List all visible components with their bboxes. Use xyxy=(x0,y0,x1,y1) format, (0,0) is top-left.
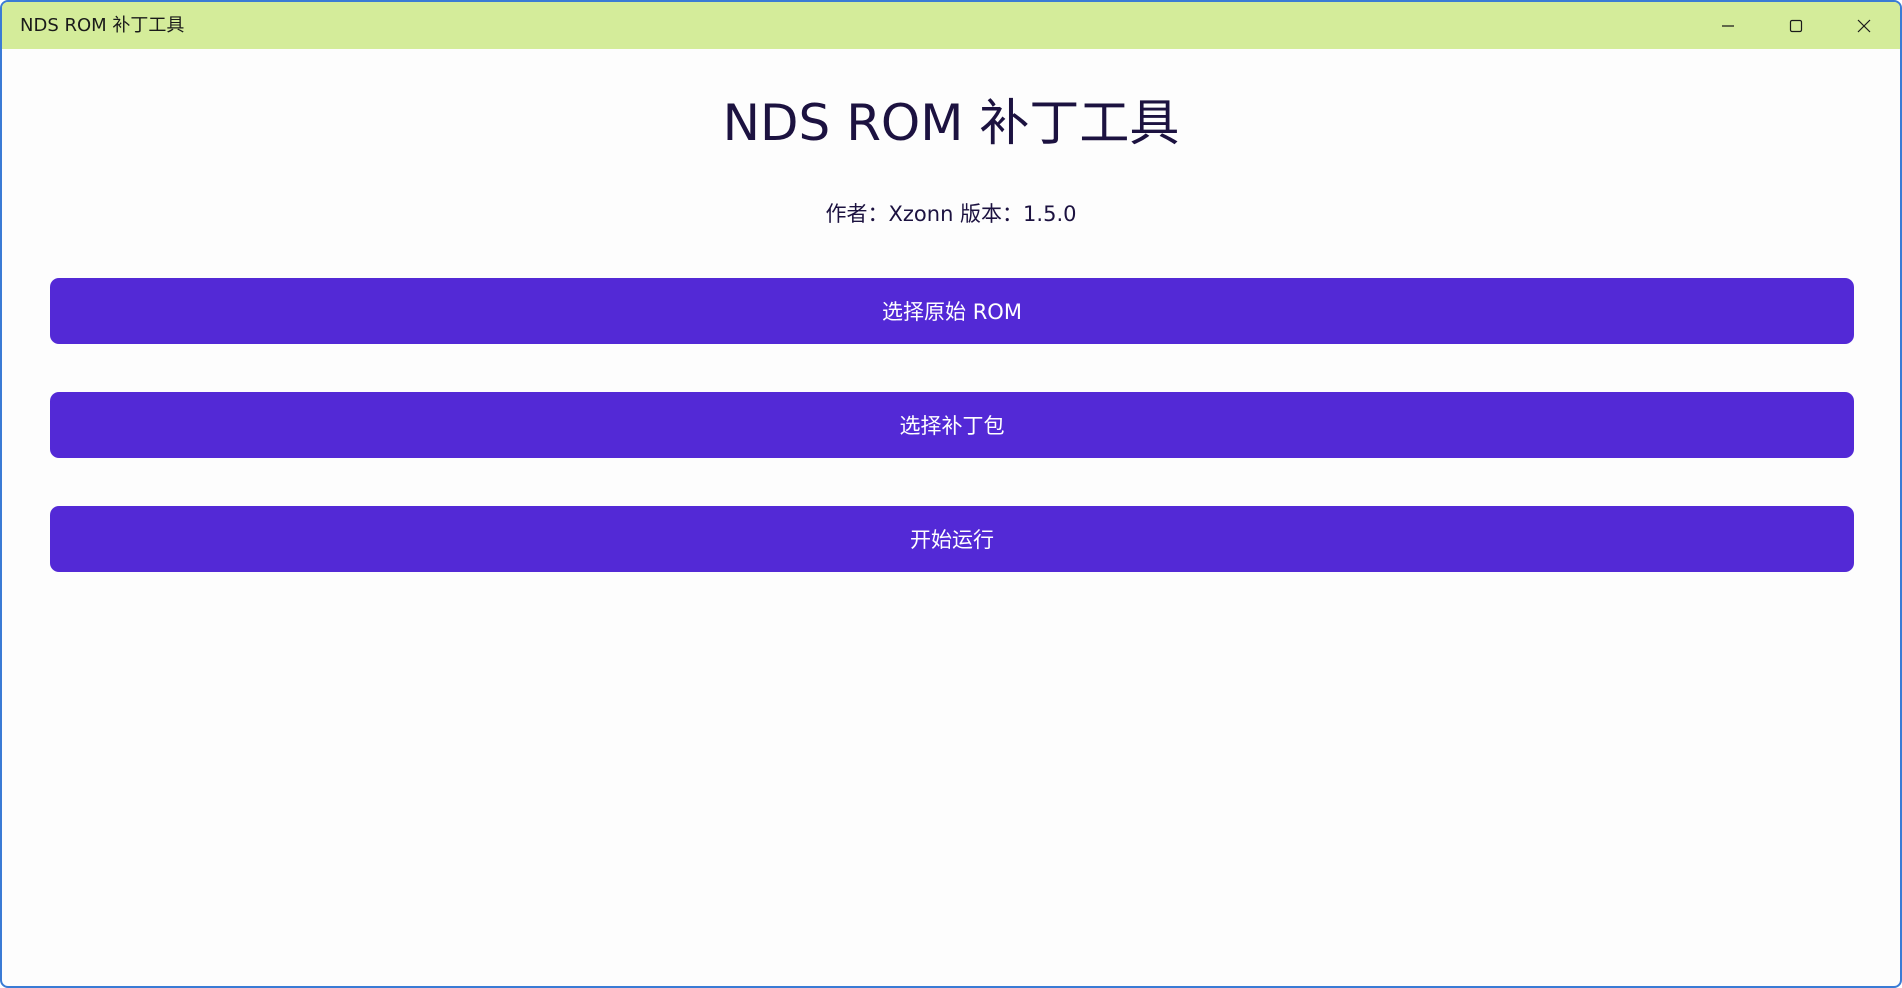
app-window: NDS ROM 补丁工具 NDS ROM 补丁工具 作者：Xzonn 版本：1.… xyxy=(0,0,1902,988)
start-run-label: 开始运行 xyxy=(910,528,994,552)
minimize-button[interactable] xyxy=(1694,2,1762,49)
close-button[interactable] xyxy=(1830,2,1898,49)
maximize-icon xyxy=(1789,19,1803,33)
select-patch-button[interactable]: 选择补丁包 xyxy=(50,392,1854,458)
select-rom-label: 选择原始 ROM xyxy=(882,300,1022,324)
title-bar[interactable]: NDS ROM 补丁工具 xyxy=(2,2,1900,49)
maximize-button[interactable] xyxy=(1762,2,1830,49)
page-title: NDS ROM 补丁工具 xyxy=(722,94,1180,152)
author-version-text: 作者：Xzonn 版本：1.5.0 xyxy=(825,202,1077,226)
minimize-icon xyxy=(1721,19,1735,33)
select-rom-button[interactable]: 选择原始 ROM xyxy=(50,278,1854,344)
main-content: NDS ROM 补丁工具 作者：Xzonn 版本：1.5.0 选择原始 ROM … xyxy=(2,49,1900,986)
select-patch-label: 选择补丁包 xyxy=(899,414,1005,438)
window-title: NDS ROM 补丁工具 xyxy=(20,15,185,36)
start-run-button[interactable]: 开始运行 xyxy=(50,506,1854,572)
close-icon xyxy=(1857,19,1871,33)
